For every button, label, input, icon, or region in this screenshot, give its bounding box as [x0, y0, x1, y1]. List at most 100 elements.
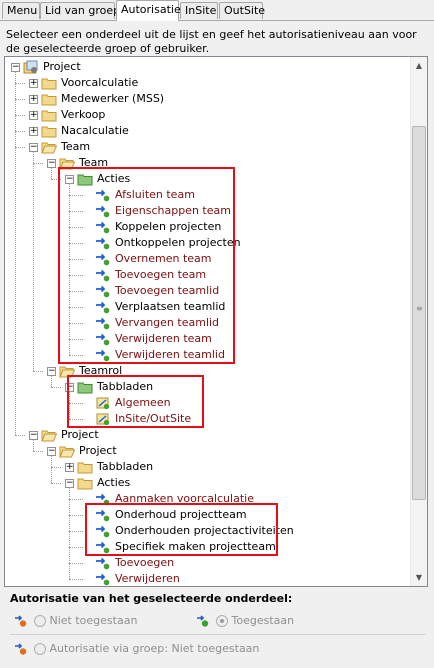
tab-bar: Menu Lid van groep Autorisatie InSite Ou… — [0, 0, 434, 21]
scrollbar-thumb[interactable]: ≡ — [412, 126, 426, 500]
tree-item-label: Acties — [97, 476, 131, 489]
allowed-label: Toegestaan — [231, 614, 295, 627]
tree-item-label: Project — [79, 444, 117, 457]
allowed-option[interactable]: Toegestaan — [196, 613, 294, 629]
tree-item[interactable]: − Acties — [65, 475, 130, 491]
separator — [10, 634, 426, 635]
tree-item[interactable]: + Tabbladen — [65, 459, 153, 475]
tree-item-label: Verkoop — [61, 108, 106, 121]
not-allowed-radio[interactable] — [33, 615, 46, 627]
tree-connector — [15, 115, 25, 116]
authorization-tree[interactable]: − Project + Voorcalculatie + Medewerker (MSS)… — [4, 56, 428, 587]
expand-icon[interactable]: + — [29, 127, 38, 136]
scroll-up-arrow-icon[interactable]: ▲ — [411, 57, 427, 74]
tab-menu[interactable]: Menu — [2, 2, 40, 19]
allowed-icon — [197, 615, 209, 627]
via-group-option[interactable]: Autorisatie via groep: Niet toegestaan — [14, 641, 259, 657]
tree-item[interactable]: + Verkoop — [29, 107, 105, 123]
tree-content: − Project + Voorcalculatie + Medewerker (MSS)… — [5, 57, 412, 586]
folder-icon — [41, 110, 57, 122]
vertical-scrollbar[interactable]: ▲ ≡ ▼ — [410, 57, 427, 586]
tree-item[interactable]: Toevoegen — [83, 555, 174, 571]
tree-connector — [51, 467, 61, 468]
tree-item-label: Toevoegen — [115, 556, 175, 569]
expand-icon[interactable]: + — [29, 79, 38, 88]
folder-icon — [77, 478, 93, 490]
collapse-icon[interactable]: − — [11, 63, 20, 72]
not-allowed-option[interactable]: Niet toegestaan — [14, 613, 137, 629]
highlight-box — [85, 503, 278, 556]
via-group-radio[interactable] — [33, 643, 46, 655]
via-group-label: Autorisatie via groep: Niet toegestaan — [49, 642, 260, 655]
tree-connector — [15, 435, 25, 436]
tree-connector — [69, 547, 83, 548]
tree-item[interactable]: + Medewerker (MSS) — [29, 91, 164, 107]
tree-item[interactable]: − Project — [29, 427, 99, 443]
via-group-icon — [15, 643, 27, 655]
collapse-icon[interactable]: − — [47, 367, 56, 376]
tree-connector — [51, 168, 52, 179]
tree-connector — [15, 83, 25, 84]
expand-icon[interactable]: + — [29, 95, 38, 104]
tree-connector — [15, 147, 25, 148]
tree-connector — [51, 456, 52, 483]
tab-insite[interactable]: InSite — [180, 2, 218, 19]
collapse-icon[interactable]: − — [29, 431, 38, 440]
tree-item-label: Voorcalculatie — [61, 76, 139, 89]
tree-item[interactable]: + Voorcalculatie — [29, 75, 138, 91]
collapse-icon[interactable]: − — [47, 159, 56, 168]
tree-connector — [51, 387, 61, 388]
open-folder-icon — [59, 446, 75, 458]
tree-connector — [33, 152, 34, 371]
tree-item-label: Tabbladen — [97, 460, 154, 473]
tree-connector — [69, 531, 83, 532]
tree-connector — [15, 131, 25, 132]
collapse-icon[interactable]: − — [29, 143, 38, 152]
tree-item-label: Nacalculatie — [61, 124, 129, 137]
folder-icon — [41, 94, 57, 106]
tree-item-label: Verwijderen — [115, 572, 180, 585]
tree-connector — [33, 440, 34, 451]
expand-icon[interactable]: + — [65, 463, 74, 472]
open-folder-icon — [41, 430, 57, 442]
scroll-down-arrow-icon[interactable]: ▼ — [411, 569, 427, 586]
open-folder-icon — [41, 142, 57, 154]
tree-item-label: Project — [61, 428, 99, 441]
folder-icon — [77, 462, 93, 474]
tree-item-label: Project — [43, 60, 81, 73]
tree-connector — [15, 99, 25, 100]
tree-connector — [69, 499, 83, 500]
tree-connector — [69, 579, 83, 580]
tree-connector — [33, 451, 43, 452]
tree-connector — [33, 371, 43, 372]
tree-item-label: Medewerker (MSS) — [61, 92, 165, 105]
tree-item-label: Team — [61, 140, 91, 153]
tab-lid-van-groep[interactable]: Lid van groep — [40, 2, 120, 19]
allowed-radio[interactable] — [215, 615, 228, 627]
folder-icon — [41, 126, 57, 138]
tab-autorisatie[interactable]: Autorisatie — [116, 0, 181, 21]
tree-connector — [69, 488, 70, 579]
action-icon — [96, 557, 110, 570]
not-allowed-label: Niet toegestaan — [49, 614, 138, 627]
project-root-icon — [23, 60, 38, 74]
tree-item[interactable]: + Nacalculatie — [29, 123, 129, 139]
tree-item[interactable]: − Team — [29, 139, 90, 155]
not-allowed-icon — [15, 615, 27, 627]
tree-connector — [69, 515, 83, 516]
tree-connector — [15, 72, 16, 435]
tree-connector — [51, 483, 61, 484]
highlight-box — [58, 167, 235, 364]
tree-item[interactable]: Verwijderen — [83, 571, 180, 586]
expand-icon[interactable]: + — [29, 111, 38, 120]
instruction-text: Selecteer een onderdeel uit de lijst en … — [6, 28, 417, 55]
collapse-icon[interactable]: − — [65, 479, 74, 488]
collapse-icon[interactable]: − — [47, 447, 56, 456]
tree-connector — [33, 163, 43, 164]
authorization-group-title: Autorisatie van het geselecteerde onderd… — [10, 592, 293, 605]
grip-icon: ≡ — [416, 304, 423, 313]
tree-item[interactable]: − Project — [47, 443, 117, 459]
tree-item[interactable]: − Project — [11, 59, 81, 75]
tab-outsite[interactable]: OutSite — [219, 2, 265, 19]
action-icon — [96, 573, 110, 586]
